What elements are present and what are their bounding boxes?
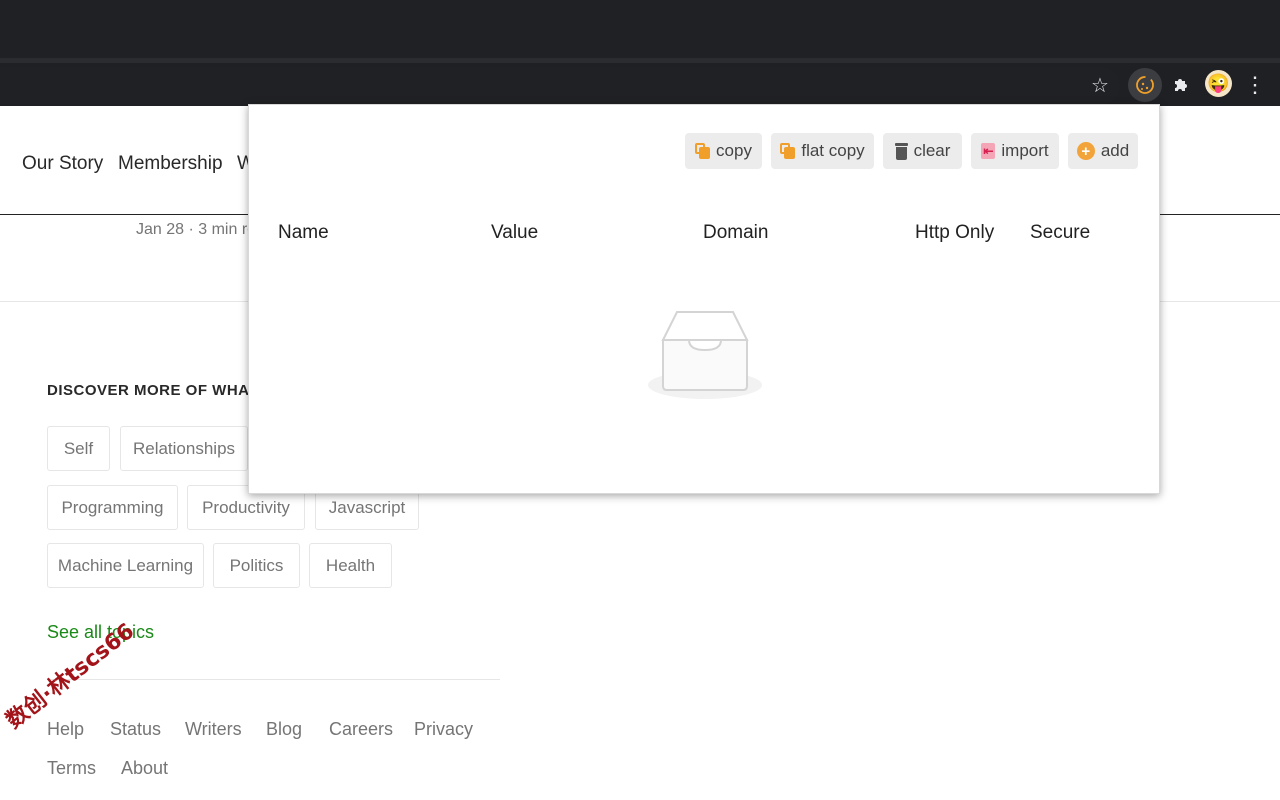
import-button[interactable]: ⇤ import bbox=[971, 133, 1059, 169]
flat-copy-label: flat copy bbox=[801, 141, 865, 160]
column-http-only[interactable]: Http Only bbox=[915, 222, 994, 244]
nav-membership[interactable]: Membership bbox=[118, 153, 223, 175]
cookie-icon[interactable] bbox=[1130, 70, 1160, 100]
footer-careers[interactable]: Careers bbox=[329, 719, 393, 740]
nav-our-story[interactable]: Our Story bbox=[22, 153, 103, 175]
empty-inbox-icon bbox=[647, 310, 765, 402]
cookie-editor-popup: copy flat copy clear ⇤ import + add Name… bbox=[248, 104, 1160, 494]
column-secure[interactable]: Secure bbox=[1030, 222, 1090, 244]
tag-health[interactable]: Health bbox=[309, 543, 392, 588]
footer-terms[interactable]: Terms bbox=[47, 758, 96, 779]
add-label: add bbox=[1100, 141, 1130, 160]
footer-status[interactable]: Status bbox=[110, 719, 161, 740]
tag-machine-learning[interactable]: Machine Learning bbox=[47, 543, 204, 588]
flat-copy-button[interactable]: flat copy bbox=[771, 133, 874, 169]
trash-icon bbox=[894, 142, 908, 160]
copy-button[interactable]: copy bbox=[685, 133, 762, 169]
add-icon: + bbox=[1076, 142, 1095, 160]
footer-writers[interactable]: Writers bbox=[185, 719, 242, 740]
discover-heading: DISCOVER MORE OF WHAT bbox=[47, 382, 259, 399]
flat-copy-icon bbox=[780, 143, 796, 159]
footer-about[interactable]: About bbox=[121, 758, 168, 779]
footer-privacy[interactable]: Privacy bbox=[414, 719, 473, 740]
tag-programming[interactable]: Programming bbox=[47, 485, 178, 530]
tag-relationships[interactable]: Relationships bbox=[120, 426, 248, 471]
import-icon: ⇤ bbox=[981, 143, 996, 159]
copy-icon bbox=[695, 143, 711, 159]
browser-tabstrip bbox=[0, 0, 1280, 58]
column-domain[interactable]: Domain bbox=[703, 222, 768, 244]
address-bar[interactable] bbox=[0, 67, 1120, 104]
column-value[interactable]: Value bbox=[491, 222, 538, 244]
tag-self[interactable]: Self bbox=[47, 426, 110, 471]
footer-divider bbox=[47, 679, 500, 680]
menu-icon[interactable]: ⋮ bbox=[1240, 70, 1270, 100]
tag-politics[interactable]: Politics bbox=[213, 543, 300, 588]
copy-label: copy bbox=[716, 141, 752, 160]
avatar[interactable]: 😜 bbox=[1205, 70, 1232, 97]
footer-blog[interactable]: Blog bbox=[266, 719, 302, 740]
column-name[interactable]: Name bbox=[278, 222, 329, 244]
footer-help[interactable]: Help bbox=[47, 719, 84, 740]
clear-button[interactable]: clear bbox=[883, 133, 962, 169]
add-button[interactable]: + add bbox=[1068, 133, 1138, 169]
import-label: import bbox=[1001, 141, 1049, 160]
article-meta: Jan 28 · 3 min re bbox=[136, 221, 257, 238]
clear-label: clear bbox=[913, 141, 951, 160]
star-icon[interactable]: ☆ bbox=[1085, 70, 1115, 100]
puzzle-icon[interactable] bbox=[1166, 70, 1196, 100]
